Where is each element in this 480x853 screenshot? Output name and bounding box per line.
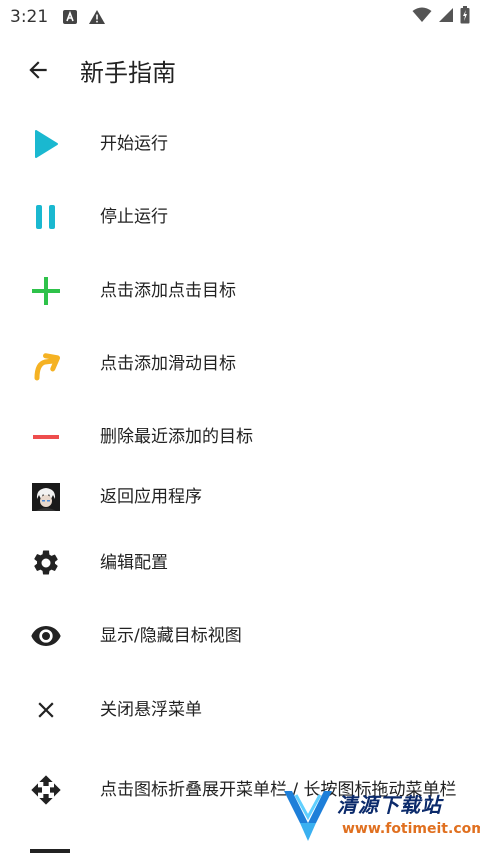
eye-icon: [28, 618, 64, 654]
list-item-start: 开始运行: [0, 124, 480, 164]
plus-icon: [28, 273, 64, 309]
minus-icon: [28, 419, 64, 455]
pause-icon: [28, 199, 64, 235]
watermark-brand: 清源下载站: [337, 793, 442, 817]
page-title: 新手指南: [80, 58, 176, 87]
watermark-url: www.fotimeit.com: [342, 821, 480, 837]
list-item-label: 关闭悬浮菜单: [100, 700, 202, 720]
wifi-icon: [412, 7, 432, 28]
back-button[interactable]: [20, 52, 56, 88]
list-item-label: 停止运行: [100, 207, 168, 227]
close-icon: [28, 692, 64, 728]
notification-a-icon: [62, 9, 78, 25]
gear-icon: [28, 545, 64, 581]
list-item-label: 删除最近添加的目标: [100, 427, 253, 447]
list-item-edit-config: 编辑配置: [0, 543, 480, 583]
watermark-logo-icon: [284, 791, 332, 841]
list-item-label: 开始运行: [100, 134, 168, 154]
list-item-add-click: 点击添加点击目标: [0, 271, 480, 311]
list-item-label: 返回应用程序: [100, 487, 202, 507]
list-item-stop: 停止运行: [0, 197, 480, 237]
app-bar: 新手指南: [0, 38, 480, 102]
list-item-close-menu: 关闭悬浮菜单: [0, 690, 480, 730]
warning-icon: [88, 9, 106, 25]
list-item-label: 点击添加滑动目标: [100, 354, 236, 374]
list-item-add-swipe: 点击添加滑动目标: [0, 344, 480, 384]
watermark: 清源下载站 www.fotimeit.com: [282, 787, 480, 847]
swipe-arrow-icon: [28, 346, 64, 382]
signal-icon: [438, 7, 454, 28]
list-item-label: 编辑配置: [100, 553, 168, 573]
list-item-label: 显示/隐藏目标视图: [100, 626, 242, 646]
battery-icon: [460, 5, 470, 29]
list-item-return-app: 返回应用程序: [0, 477, 480, 517]
list-item-delete: 删除最近添加的目标: [0, 417, 480, 457]
app-avatar-icon: [28, 479, 64, 515]
status-bar: 3:21: [0, 0, 480, 34]
status-time: 3:21: [10, 7, 49, 27]
bottom-partial-bar: [30, 849, 70, 853]
move-icon: [28, 772, 64, 808]
back-arrow-icon: [29, 61, 47, 79]
list-item-toggle-view: 显示/隐藏目标视图: [0, 616, 480, 656]
list-item-label: 点击添加点击目标: [100, 281, 236, 301]
play-icon: [28, 126, 64, 162]
